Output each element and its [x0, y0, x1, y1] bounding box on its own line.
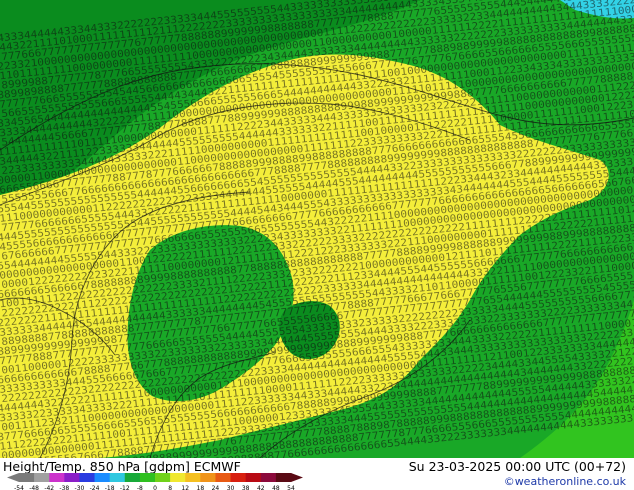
- colorbar-swatch: [260, 473, 277, 482]
- colorbar-tick-label: -42: [44, 485, 54, 490]
- colorbar-tick-label: -30: [75, 485, 85, 490]
- colorbar-tick-label: 24: [212, 485, 220, 490]
- colorbar-min-arrow: [7, 473, 19, 482]
- valid-datetime: Su 23-03-2025 00:00 UTC (00+72): [408, 459, 626, 474]
- colorbar-tick-label: 54: [287, 485, 295, 490]
- colorbar-swatch: [49, 473, 65, 482]
- colorbar-max-arrow: [291, 473, 303, 482]
- colorbar-swatch: [215, 473, 231, 482]
- legend-footer: Height/Temp. 850 hPa [gdpm] ECMWF Su 23-…: [0, 458, 634, 490]
- colorbar-tick-label: 18: [197, 485, 205, 490]
- colorbar-swatch: [185, 473, 201, 482]
- colorbar-tick-labels: -54 -48 -42 -38 -30 -24 -18 -12 -8 0 8 12 18 24 30 38 42…: [14, 485, 295, 490]
- colorbar-swatch: [275, 473, 292, 482]
- colorbar-tick-label: 30: [227, 485, 235, 490]
- colorbar-swatch: [200, 473, 216, 482]
- colorbar-swatch: [124, 473, 141, 482]
- colorbar-tick-label: 42: [257, 485, 265, 490]
- colorbar-tick-label: 8: [168, 485, 172, 490]
- colorbar-tick-label: -8: [137, 485, 143, 490]
- colorbar-tick-label: -18: [105, 485, 115, 490]
- colorbar-swatch: [139, 473, 156, 482]
- temperature-colorbar: -54 -48 -42 -38 -30 -24 -18 -12 -8 0 8 12 18 24 30 38 42…: [7, 473, 303, 490]
- colorbar-swatch: [170, 473, 186, 482]
- credit-link[interactable]: ©weatheronline.co.uk: [504, 475, 626, 488]
- colorbar-swatch: [155, 473, 171, 482]
- chart-title: Height/Temp. 850 hPa [gdpm] ECMWF: [3, 459, 241, 474]
- colorbar-swatches: [7, 473, 303, 482]
- colorbar-swatch: [230, 473, 247, 482]
- colorbar-tick-label: -24: [90, 485, 100, 490]
- temperature-field: 4333444444333443332222222333334445555555…: [0, 0, 634, 458]
- colorbar-tick-label: -54: [14, 485, 24, 490]
- colorbar-tick-label: 12: [181, 485, 189, 490]
- colorbar-swatch: [64, 473, 80, 482]
- weather-map: 4333444444333443332222222333334445555555…: [0, 0, 634, 458]
- colorbar-swatch: [109, 473, 126, 482]
- colorbar-swatch: [79, 473, 95, 482]
- colorbar-tick-label: 0: [153, 485, 157, 490]
- colorbar-tick-label: -38: [59, 485, 69, 490]
- colorbar-swatch: [94, 473, 111, 482]
- colorbar-tick-label: 38: [242, 485, 250, 490]
- colorbar-swatch: [245, 473, 262, 482]
- colorbar-tick-label: -12: [120, 485, 130, 490]
- height-label-field: 4333444444333443332222222333334445555555…: [0, 0, 634, 458]
- colorbar-swatch: [34, 473, 50, 482]
- colorbar-tick-label: -48: [29, 485, 39, 490]
- colorbar-tick-label: 48: [272, 485, 280, 490]
- colorbar-swatch: [19, 473, 35, 482]
- chart-stage: 4333444444333443332222222333334445555555…: [0, 0, 634, 490]
